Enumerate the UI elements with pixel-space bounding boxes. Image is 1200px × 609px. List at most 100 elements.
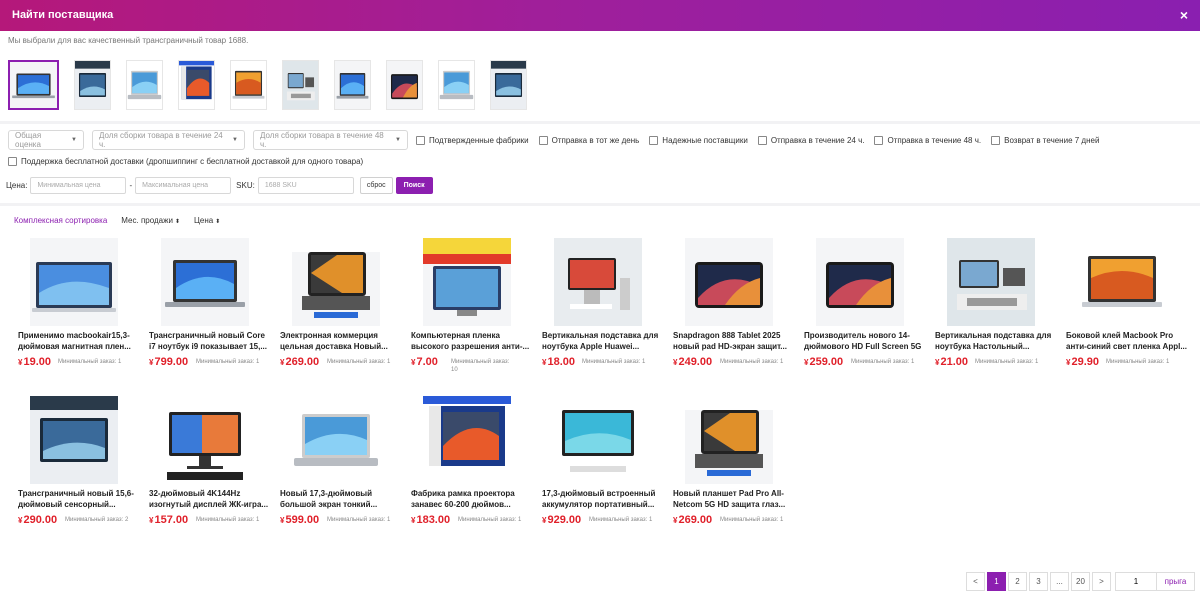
product-card[interactable]: Трансграничный новый 15,6-дюймовый сенсо… xyxy=(18,396,134,536)
product-card[interactable]: Вертикальная подставка для ноутбука Наст… xyxy=(935,238,1051,378)
filter-checkbox[interactable]: Подтвержденные фабрики xyxy=(416,135,529,145)
filter-checkbox[interactable]: Отправка в течение 24 ч. xyxy=(757,135,864,145)
reset-button[interactable]: сброс xyxy=(359,177,393,194)
min-price-input[interactable] xyxy=(30,177,127,194)
search-button[interactable]: Поиск xyxy=(395,177,433,194)
product-name[interactable]: Фабрика рамка проектора занавес 60-200 д… xyxy=(411,488,533,510)
product-name[interactable]: Трансграничный новый Core i7 ноутбук i9 … xyxy=(149,330,271,352)
product-image[interactable] xyxy=(423,238,511,326)
thumbnail-screen-1[interactable] xyxy=(178,60,215,110)
currency-symbol: ¥ xyxy=(18,516,23,525)
product-image[interactable] xyxy=(554,238,642,326)
prev-page-button[interactable]: < xyxy=(966,572,985,591)
product-image[interactable] xyxy=(685,238,773,326)
product-name[interactable]: Новый 17,3-дюймовый большой экран тонкий… xyxy=(280,488,402,510)
product-image[interactable] xyxy=(30,238,118,326)
checkbox-box[interactable] xyxy=(757,135,767,145)
checkbox-box[interactable] xyxy=(8,157,17,166)
next-page-button[interactable]: > xyxy=(1092,572,1111,591)
product-image[interactable] xyxy=(292,396,380,484)
go-button[interactable]: прыга xyxy=(1157,572,1195,591)
product-name[interactable]: 32-дюймовый 4K144Hz изогнутый дисплей ЖК… xyxy=(149,488,271,510)
rating-dropdown[interactable]: Общая оценка ▼ xyxy=(8,130,84,150)
product-image[interactable] xyxy=(816,238,904,326)
product-card[interactable]: Фабрика рамка проектора занавес 60-200 д… xyxy=(411,396,526,536)
max-price-input[interactable] xyxy=(135,177,232,194)
min-order: Минимальный заказ: 1 xyxy=(851,359,915,365)
filter-checkbox[interactable]: Отправка в течение 48 ч. xyxy=(874,135,981,145)
page-button[interactable]: ... xyxy=(1050,572,1069,591)
pack48-dropdown[interactable]: Доля сборки товара в течение 48 ч. ▼ xyxy=(253,130,408,150)
thumbnail-laptop-2[interactable] xyxy=(126,60,163,110)
product-card[interactable]: Трансграничный новый Core i7 ноутбук i9 … xyxy=(149,238,267,378)
product-name[interactable]: Применимо macbookair15,3-дюймовая магнит… xyxy=(18,330,140,352)
chevron-down-icon: ▼ xyxy=(232,137,238,143)
filter-checkbox[interactable]: Отправка в тот же день xyxy=(538,135,639,145)
product-name[interactable]: Вертикальная подставка для ноутбука Appl… xyxy=(542,330,664,352)
page-jump-input[interactable] xyxy=(1115,572,1157,591)
product-card[interactable]: Применимо macbookair15,3-дюймовая магнит… xyxy=(18,238,133,378)
product-card[interactable]: Боковой клей Macbook Pro анти-синий свет… xyxy=(1066,238,1187,378)
thumbnail-poster-1[interactable] xyxy=(74,60,111,110)
thumbnail-dark-1[interactable] xyxy=(386,60,423,110)
product-card[interactable]: Вертикальная подставка для ноутбука Appl… xyxy=(542,238,658,378)
modal-header: Найти поставщика × xyxy=(0,0,1200,31)
product-image[interactable] xyxy=(161,396,249,484)
checkbox-box[interactable] xyxy=(649,135,659,145)
thumbnail-dock-1[interactable] xyxy=(282,60,319,110)
product-card[interactable]: 17,3-дюймовый встроенный аккумулятор пор… xyxy=(542,396,657,536)
close-icon[interactable]: × xyxy=(1180,7,1188,23)
divider xyxy=(0,121,1200,124)
pack24-dropdown[interactable]: Доля сборки товара в течение 24 ч. ▼ xyxy=(92,130,245,150)
currency-symbol: ¥ xyxy=(411,516,416,525)
product-card[interactable]: Электронная коммерция цельная доставка Н… xyxy=(280,238,395,378)
product-card[interactable]: Новый 17,3-дюймовый большой экран тонкий… xyxy=(280,396,395,536)
product-image[interactable] xyxy=(161,238,249,326)
thumbnail-screen-2[interactable] xyxy=(230,60,267,110)
product-card[interactable]: Компьютерная пленка высокого разрешения … xyxy=(411,238,529,378)
product-name[interactable]: Боковой клей Macbook Pro анти-синий свет… xyxy=(1066,330,1188,352)
price-value: 290.00 xyxy=(23,514,58,526)
product-price: ¥799.00 xyxy=(149,356,188,368)
product-card[interactable]: Новый планшет Pad Pro All-Netcom 5G HD з… xyxy=(673,396,788,536)
filter-checkbox[interactable]: Возврат в течение 7 дней xyxy=(991,135,1099,145)
checkbox-box[interactable] xyxy=(416,135,425,145)
product-name[interactable]: Трансграничный новый 15,6-дюймовый сенсо… xyxy=(18,488,140,510)
sort-complex[interactable]: Комплексная сортировка xyxy=(14,216,107,225)
checkbox-box[interactable] xyxy=(538,135,548,145)
free-shipping-checkbox[interactable]: Поддержка бесплатной доставки (дропшиппи… xyxy=(8,157,363,166)
page-button[interactable]: 1 xyxy=(987,572,1006,591)
product-image[interactable] xyxy=(423,396,511,484)
sort-price[interactable]: Цена ⬍ xyxy=(194,216,220,225)
product-image[interactable] xyxy=(292,238,380,326)
product-name[interactable]: Новый планшет Pad Pro All-Netcom 5G HD з… xyxy=(673,488,795,510)
page-button[interactable]: 3 xyxy=(1029,572,1048,591)
product-name[interactable]: Компьютерная пленка высокого разрешения … xyxy=(411,330,533,352)
thumbnail-laptop-4[interactable] xyxy=(438,60,475,110)
product-card[interactable]: Snapdragon 888 Tablet 2025 новый pad HD-… xyxy=(673,238,788,378)
thumbnail-laptop-3[interactable] xyxy=(334,60,371,110)
product-price: ¥269.00 xyxy=(280,356,319,368)
product-name[interactable]: Snapdragon 888 Tablet 2025 новый pad HD-… xyxy=(673,330,795,352)
product-name[interactable]: Производитель нового 14-дюймового HD Ful… xyxy=(804,330,926,352)
page-button[interactable]: 20 xyxy=(1071,572,1090,591)
product-name[interactable]: 17,3-дюймовый встроенный аккумулятор пор… xyxy=(542,488,664,510)
product-card[interactable]: 32-дюймовый 4K144Hz изогнутый дисплей ЖК… xyxy=(149,396,268,536)
product-image[interactable] xyxy=(554,396,642,484)
product-image[interactable] xyxy=(947,238,1035,326)
thumbnail-laptop-5[interactable] xyxy=(490,60,527,110)
checkbox-box[interactable] xyxy=(991,135,1001,145)
sku-input[interactable] xyxy=(257,177,354,194)
product-image[interactable] xyxy=(30,396,118,484)
product-name[interactable]: Электронная коммерция цельная доставка Н… xyxy=(280,330,402,352)
sort-sales[interactable]: Мес. продажи ⬍ xyxy=(121,216,180,225)
product-image[interactable] xyxy=(685,396,773,484)
product-image[interactable] xyxy=(1078,238,1166,326)
thumbnail-laptop-1[interactable] xyxy=(8,60,59,110)
product-price: ¥249.00 xyxy=(673,356,712,368)
page-button[interactable]: 2 xyxy=(1008,572,1027,591)
product-name[interactable]: Вертикальная подставка для ноутбука Наст… xyxy=(935,330,1057,352)
filter-checkbox[interactable]: Надежные поставщики xyxy=(649,135,748,145)
checkbox-box[interactable] xyxy=(874,135,884,145)
product-card[interactable]: Производитель нового 14-дюймового HD Ful… xyxy=(804,238,921,378)
